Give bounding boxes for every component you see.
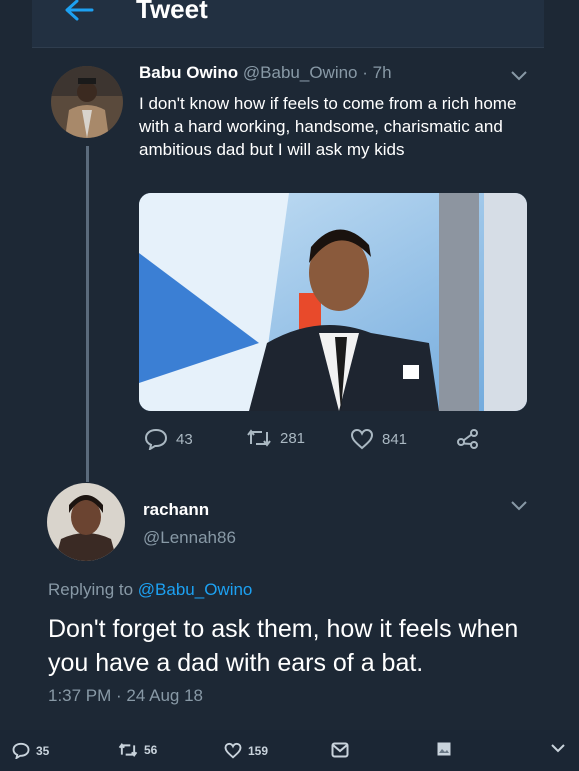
like-action[interactable]: 841 (350, 428, 407, 450)
bottom-action-bar: 35 56 159 (0, 730, 579, 771)
like-action[interactable]: 159 (224, 742, 268, 759)
chevron-down-icon (551, 744, 565, 753)
share-action[interactable] (456, 428, 480, 450)
replying-to: Replying to @Babu_Owino (48, 580, 252, 600)
replying-to-link[interactable]: @Babu_Owino (138, 580, 253, 599)
reply-action[interactable]: 43 (144, 428, 193, 450)
author-handle[interactable]: @Babu_Owino (243, 63, 358, 82)
reply-text: Don't forget to ask them, how it feels w… (48, 615, 519, 677)
author-handle[interactable]: @Lennah86 (143, 528, 236, 548)
reply-count: 43 (176, 430, 193, 448)
tweet-image[interactable] (139, 193, 527, 411)
media-action[interactable] (437, 742, 451, 756)
tweet-text: I don't know how if feels to come from a… (139, 94, 517, 159)
retweet-action[interactable]: 56 (118, 742, 157, 758)
avatar[interactable] (51, 66, 123, 138)
heart-icon (224, 742, 242, 759)
tweet-header: Babu Owino @Babu_Owino · 7h (139, 63, 392, 83)
separator: · (357, 63, 373, 82)
reply-icon (144, 428, 168, 450)
more-action[interactable] (550, 742, 566, 754)
chevron-down-icon[interactable] (510, 70, 528, 82)
time-ago[interactable]: 7h (373, 63, 392, 82)
reply-icon (12, 742, 30, 759)
like-count: 841 (382, 430, 408, 448)
retweet-action[interactable]: 281 (246, 428, 305, 448)
reply-action[interactable]: 35 (12, 742, 49, 759)
thread-connector (86, 146, 89, 482)
image-icon (437, 742, 451, 756)
message-action[interactable] (331, 742, 349, 758)
page-title: Tweet (136, 0, 208, 24)
retweet-count: 56 (144, 743, 158, 757)
like-count: 159 (248, 743, 269, 758)
mail-icon (331, 742, 349, 758)
share-icon (457, 429, 478, 449)
retweet-icon (247, 429, 271, 447)
retweet-count: 281 (280, 429, 306, 447)
heart-icon (350, 428, 374, 450)
avatar[interactable] (47, 483, 125, 561)
chevron-down-icon[interactable] (510, 500, 528, 512)
retweet-icon (118, 743, 138, 757)
arrow-left-icon[interactable] (60, 0, 94, 24)
author-name[interactable]: Babu Owino (139, 63, 238, 82)
timestamp[interactable]: 1:37 PM · 24 Aug 18 (48, 686, 203, 706)
author-name[interactable]: rachann (143, 500, 209, 520)
replying-prefix: Replying to (48, 580, 138, 599)
reply-count: 35 (36, 743, 50, 758)
top-bar: Tweet (32, 0, 544, 48)
